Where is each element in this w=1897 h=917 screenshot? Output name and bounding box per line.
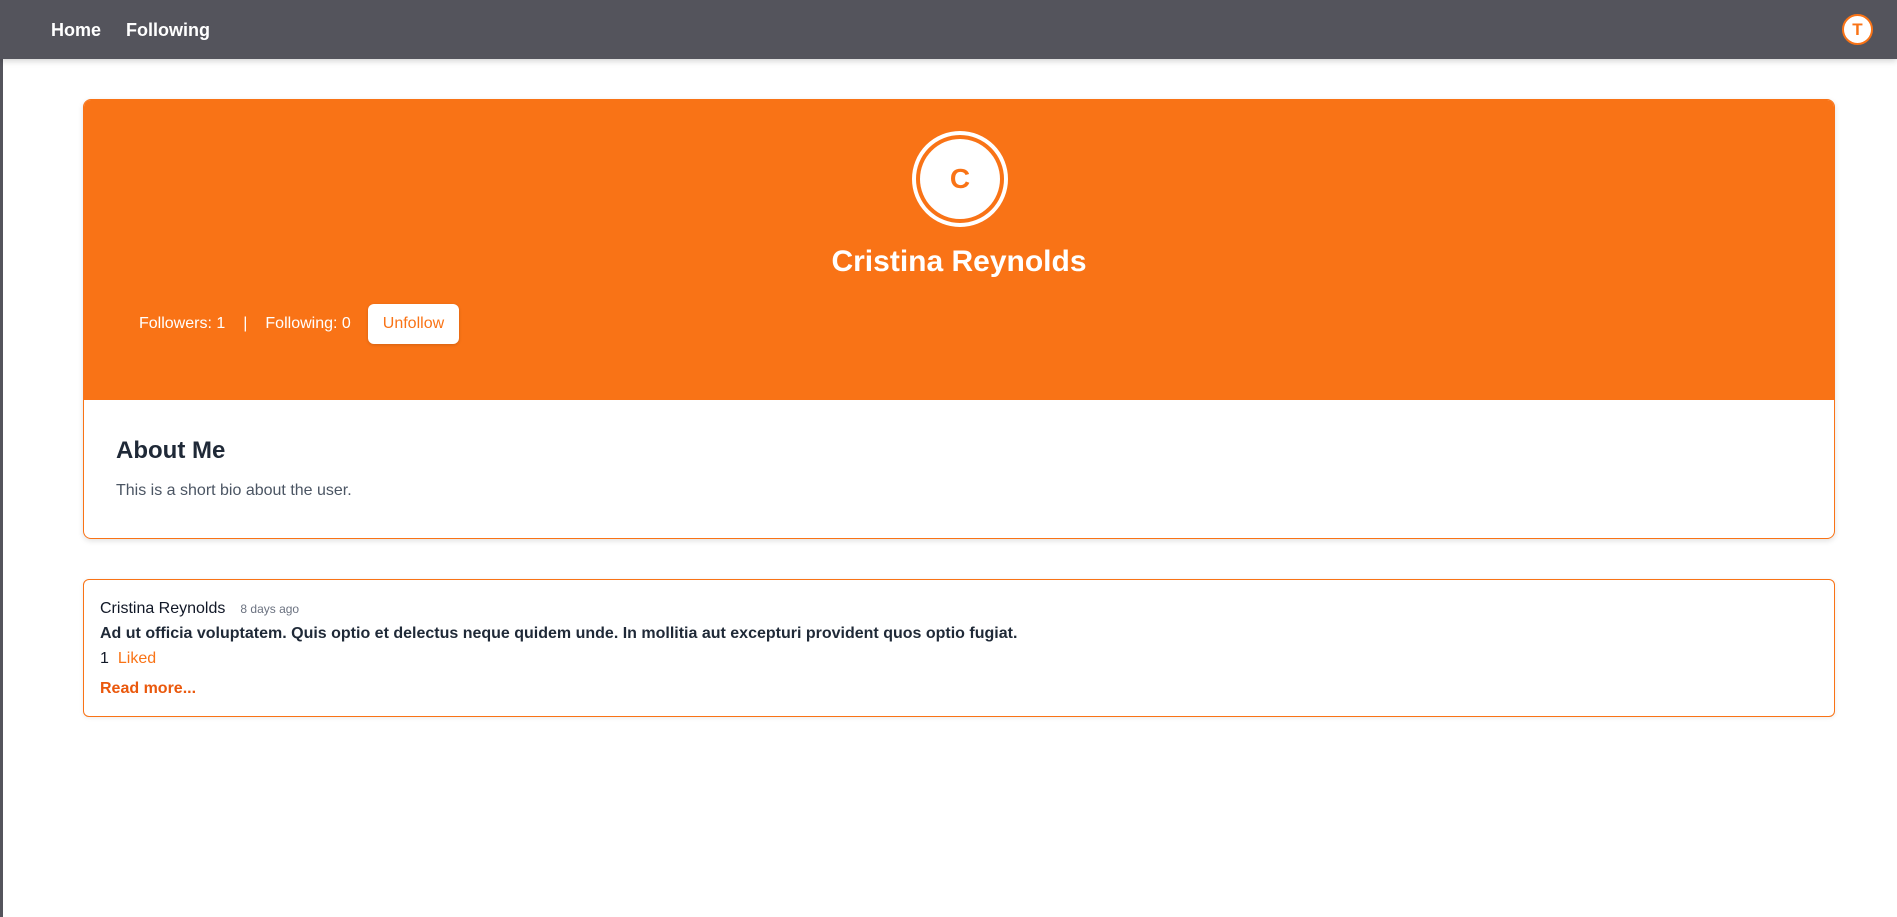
profile-stats: Followers: 1 | Following: 0 Unfollow <box>139 304 460 344</box>
nav-home-link[interactable]: Home <box>51 19 101 41</box>
like-count: 1 <box>100 650 109 667</box>
post-body: Ad ut officia voluptatem. Quis optio et … <box>100 625 1018 642</box>
window-left-edge <box>0 0 3 917</box>
user-avatar-button[interactable]: T <box>1842 14 1873 45</box>
stats-separator: | <box>243 315 248 332</box>
read-more-link[interactable]: Read more... <box>100 680 196 698</box>
following-count: Following: 0 <box>265 315 351 332</box>
post-meta: Cristina Reynolds 8 days ago <box>100 600 1818 618</box>
top-navbar: Home Following T <box>0 0 1897 59</box>
profile-card: C Cristina Reynolds Followers: 1 | Follo… <box>83 99 1835 539</box>
followers-count: Followers: 1 <box>139 315 226 332</box>
profile-header: C Cristina Reynolds Followers: 1 | Follo… <box>84 100 1834 400</box>
profile-avatar-initial: C <box>920 139 1000 219</box>
profile-name: Cristina Reynolds <box>831 245 1087 278</box>
post-timestamp: 8 days ago <box>240 602 300 616</box>
about-section: About Me This is a short bio about the u… <box>84 400 1834 538</box>
post-card: Cristina Reynolds 8 days ago Ad ut offic… <box>83 579 1835 717</box>
post-likes: 1 Liked <box>100 650 1818 668</box>
nav-following-link[interactable]: Following <box>126 19 210 41</box>
about-bio: This is a short bio about the user. <box>116 482 352 499</box>
profile-avatar: C <box>912 131 1008 227</box>
liked-button[interactable]: Liked <box>118 650 156 668</box>
post-author[interactable]: Cristina Reynolds <box>100 600 225 618</box>
unfollow-button[interactable]: Unfollow <box>367 304 460 344</box>
about-title: About Me <box>116 437 226 464</box>
